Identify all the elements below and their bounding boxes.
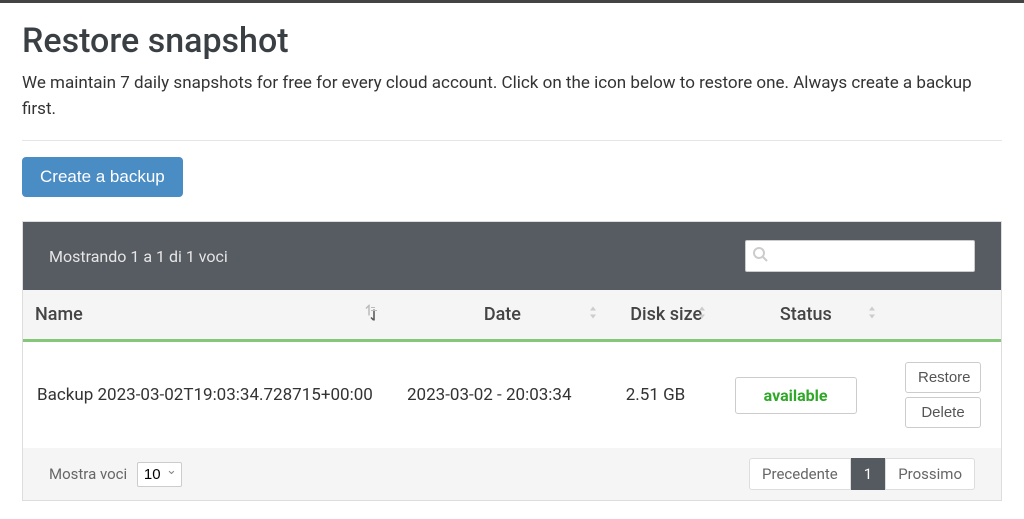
length-control: Mostra voci 10 bbox=[49, 462, 182, 487]
cell-date: 2023-03-02 - 20:03:34 bbox=[393, 341, 612, 449]
page-description: We maintain 7 daily snapshots for free f… bbox=[22, 71, 1002, 122]
delete-button[interactable]: Delete bbox=[905, 397, 981, 428]
snapshot-table-container: Mostrando 1 a 1 di 1 voci Name bbox=[22, 221, 1002, 501]
search-box bbox=[745, 240, 975, 272]
pagination: Precedente 1 Prossimo bbox=[749, 458, 975, 490]
paginate-current[interactable]: 1 bbox=[851, 458, 885, 490]
column-label: Name bbox=[35, 304, 83, 325]
restore-button[interactable]: Restore bbox=[905, 362, 981, 393]
cell-disk-size: 2.51 GB bbox=[612, 341, 721, 449]
column-header-disk-size[interactable]: Disk size bbox=[612, 290, 721, 341]
paginate-next[interactable]: Prossimo bbox=[885, 458, 975, 490]
divider bbox=[22, 140, 1002, 141]
column-label: Status bbox=[780, 304, 832, 325]
cell-name: Backup 2023-03-02T19:03:34.728715+00:00 bbox=[23, 341, 393, 449]
status-badge: available bbox=[735, 377, 857, 414]
table-header-bar: Mostrando 1 a 1 di 1 voci bbox=[23, 222, 1001, 290]
paginate-prev[interactable]: Precedente bbox=[749, 458, 851, 490]
page-title: Restore snapshot bbox=[22, 21, 1002, 61]
column-header-actions bbox=[891, 290, 1001, 341]
snapshot-table: Name Date bbox=[23, 290, 1001, 448]
sort-icon bbox=[588, 304, 598, 325]
column-label: Disk size bbox=[630, 304, 702, 325]
sort-icon bbox=[365, 304, 379, 325]
sort-icon bbox=[697, 304, 707, 325]
sort-icon bbox=[867, 304, 877, 325]
column-label: Date bbox=[484, 304, 521, 325]
column-header-date[interactable]: Date bbox=[393, 290, 612, 341]
length-select[interactable]: 10 bbox=[137, 462, 182, 487]
length-label: Mostra voci bbox=[49, 465, 127, 483]
create-backup-button[interactable]: Create a backup bbox=[22, 157, 183, 197]
table-info-text: Mostrando 1 a 1 di 1 voci bbox=[49, 247, 228, 266]
column-header-name[interactable]: Name bbox=[23, 290, 393, 341]
column-header-status[interactable]: Status bbox=[721, 290, 891, 341]
cell-actions: Restore Delete bbox=[891, 341, 1001, 449]
cell-status: available bbox=[721, 341, 891, 449]
table-footer: Mostra voci 10 Precedente 1 Prossimo bbox=[23, 448, 1001, 500]
table-row: Backup 2023-03-02T19:03:34.728715+00:00 … bbox=[23, 341, 1001, 449]
search-input[interactable] bbox=[745, 240, 975, 272]
